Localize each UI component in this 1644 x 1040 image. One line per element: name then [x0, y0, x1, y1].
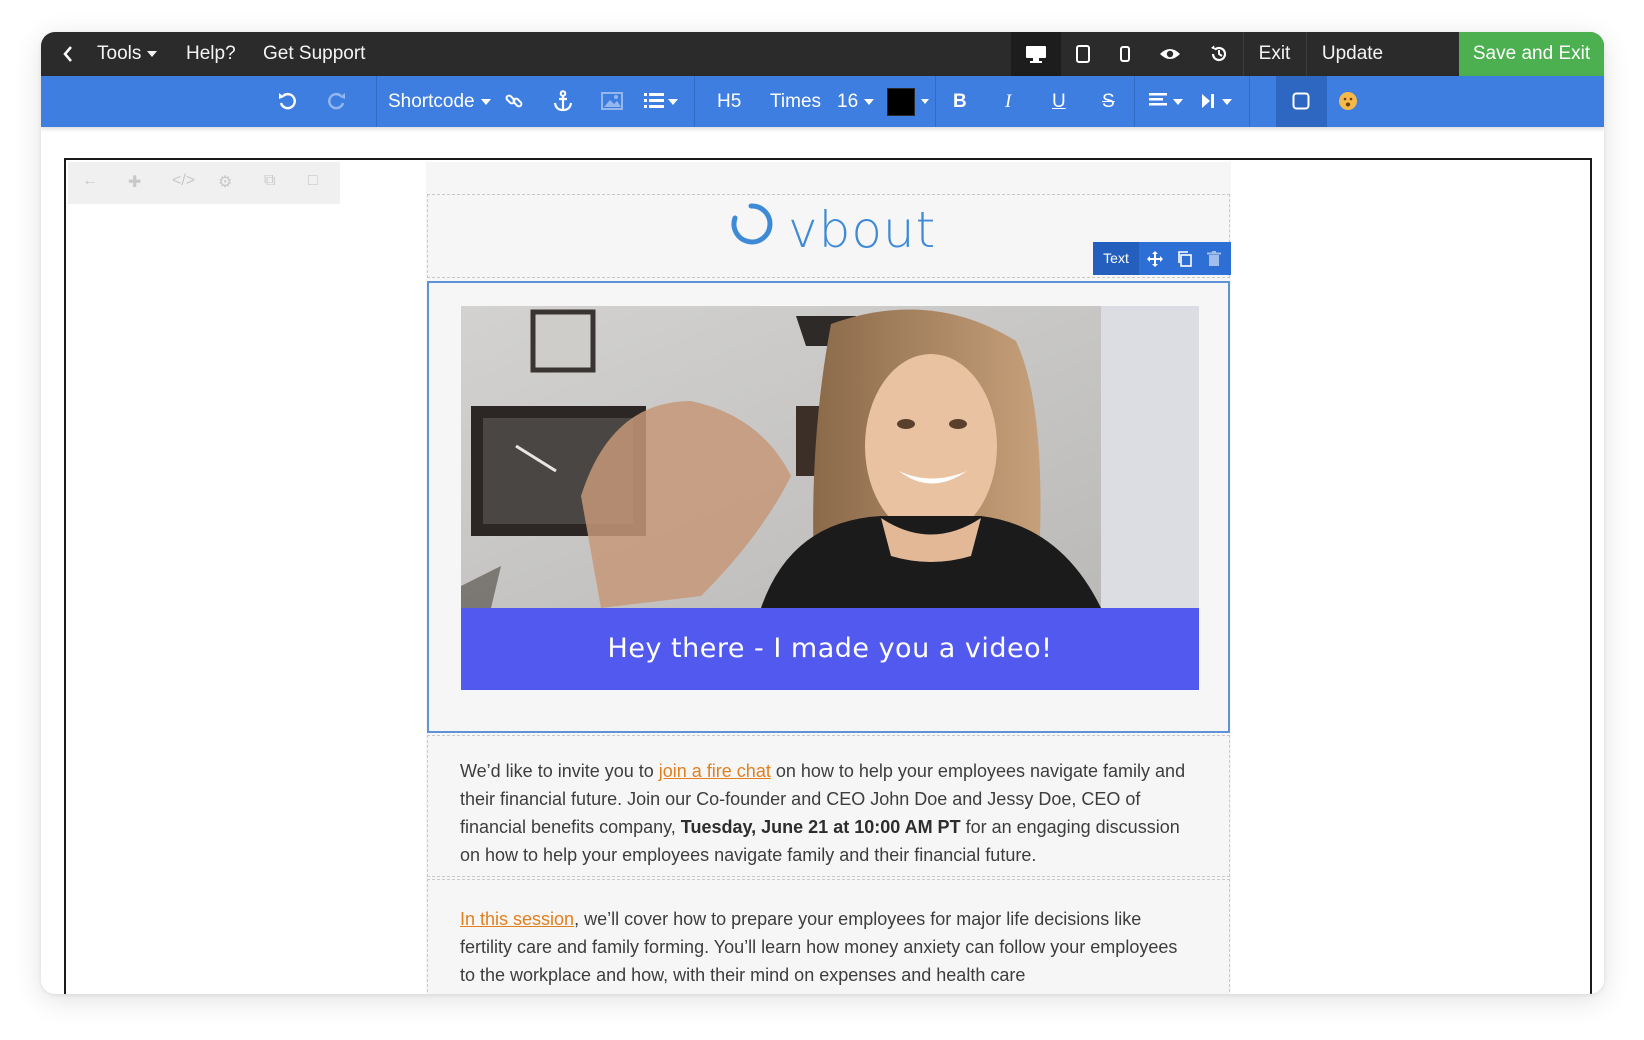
font-size-label: 16: [837, 91, 859, 112]
block-tools: Text: [1093, 242, 1231, 275]
get-support-link[interactable]: Get Support: [263, 32, 365, 76]
join-fire-chat-link[interactable]: join a fire chat: [659, 761, 771, 781]
desktop-icon[interactable]: [1011, 32, 1061, 76]
direction-dropdown[interactable]: [1196, 89, 1236, 113]
arrow-left-icon[interactable]: ←: [82, 172, 98, 190]
editor-canvas: ← ✚ </> ⚙ ⧉ □ vbout Text Hey there - I m…: [64, 158, 1592, 994]
gear-icon[interactable]: ⚙: [218, 172, 232, 192]
video-banner-text: Hey there - I made you a video!: [461, 608, 1199, 690]
copy-icon[interactable]: ⧉: [264, 172, 275, 190]
bold-button[interactable]: B: [953, 76, 967, 127]
text-run: We’d like to invite you to: [460, 761, 659, 781]
emoji-icon[interactable]: [1331, 89, 1365, 113]
heading-selector[interactable]: H5: [717, 76, 741, 127]
block-type-label: Text: [1093, 242, 1139, 275]
tools-menu[interactable]: Tools: [97, 32, 158, 76]
redo-icon[interactable]: [323, 89, 351, 113]
italic-button[interactable]: I: [1005, 76, 1011, 127]
link-icon[interactable]: [501, 89, 527, 113]
editor-window: Tools Help? Get Support Exit Update Save…: [41, 32, 1604, 994]
chevron-left-icon[interactable]: [53, 32, 83, 76]
eye-icon[interactable]: [1145, 32, 1195, 76]
in-this-session-link[interactable]: In this session: [460, 909, 574, 929]
chevron-down-icon: [480, 98, 491, 105]
font-family-selector[interactable]: Times: [770, 76, 821, 127]
top-bar: Tools Help? Get Support Exit Update Save…: [41, 32, 1604, 76]
select-all-button[interactable]: [1276, 76, 1327, 127]
undo-icon[interactable]: [273, 89, 301, 113]
text-block-invite[interactable]: We’d like to invite you to join a fire c…: [427, 735, 1230, 877]
image-icon[interactable]: [599, 89, 625, 113]
history-icon[interactable]: [1195, 32, 1243, 76]
list-dropdown[interactable]: [641, 89, 681, 113]
move-icon[interactable]: ✚: [128, 172, 141, 192]
code-icon[interactable]: </>: [172, 172, 195, 190]
update-button[interactable]: Update: [1306, 32, 1399, 76]
move-icon[interactable]: [1147, 251, 1163, 267]
logo-text: vbout: [788, 201, 937, 259]
exit-button[interactable]: Exit: [1243, 32, 1306, 76]
trash-icon[interactable]: [1207, 251, 1221, 267]
trash-icon[interactable]: □: [308, 172, 318, 190]
save-and-exit-button[interactable]: Save and Exit: [1459, 32, 1604, 76]
anchor-icon[interactable]: [550, 89, 576, 113]
chevron-down-icon: [864, 98, 875, 105]
help-link[interactable]: Help?: [186, 32, 236, 76]
strikethrough-button[interactable]: S: [1102, 76, 1115, 127]
video-block[interactable]: Hey there - I made you a video!: [427, 281, 1230, 733]
shortcode-label: Shortcode: [388, 91, 475, 112]
tools-label: Tools: [97, 43, 142, 64]
formatting-toolbar: Shortcode H5 Times 16 B I U S: [41, 76, 1604, 127]
event-date-text: Tuesday, June 21 at 10:00 AM PT: [680, 817, 961, 837]
chevron-down-icon[interactable]: [921, 99, 929, 104]
chevron-down-icon: [147, 50, 158, 57]
font-size-dropdown[interactable]: 16: [837, 76, 875, 127]
text-block-session[interactable]: In this session, we’ll cover how to prep…: [427, 879, 1230, 994]
tablet-icon[interactable]: [1061, 32, 1105, 76]
text-color-swatch[interactable]: [887, 88, 915, 116]
row-toolbar: ← ✚ </> ⚙ ⧉ □: [68, 162, 340, 204]
vbout-logo-icon: [731, 203, 773, 245]
mobile-icon[interactable]: [1105, 32, 1145, 76]
email-body: vbout Text Hey there - I made you a vide…: [426, 162, 1231, 994]
shortcode-dropdown[interactable]: Shortcode: [388, 76, 491, 127]
video-thumbnail[interactable]: [461, 306, 1199, 608]
copy-icon[interactable]: [1177, 251, 1193, 267]
underline-button[interactable]: U: [1052, 76, 1066, 127]
align-dropdown[interactable]: [1146, 89, 1186, 113]
